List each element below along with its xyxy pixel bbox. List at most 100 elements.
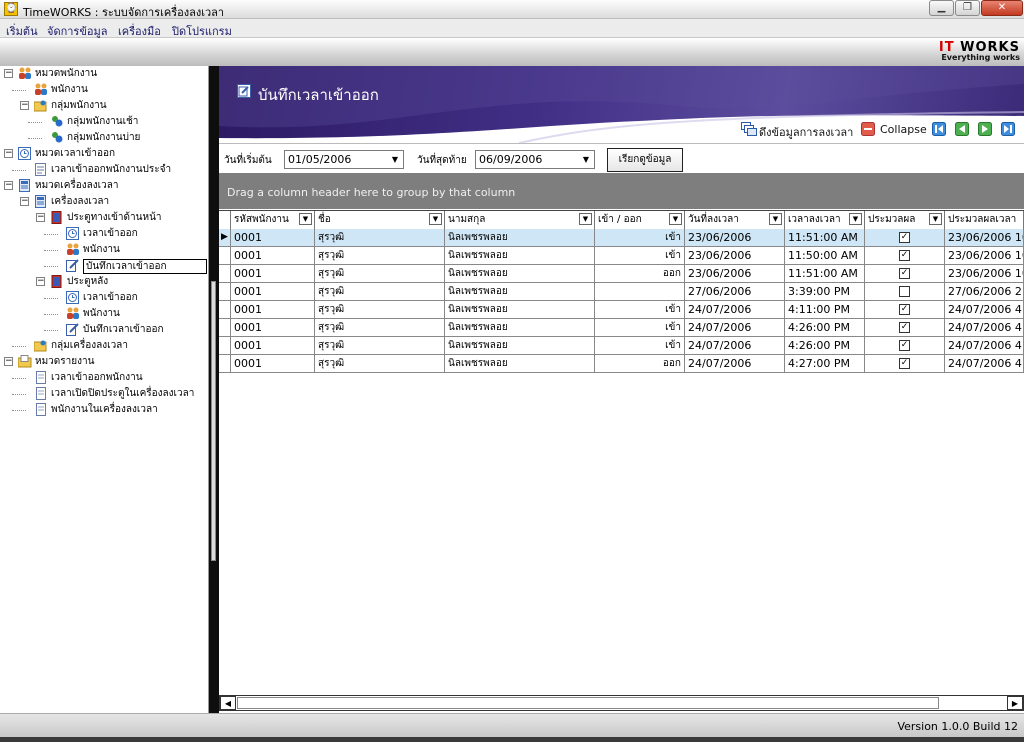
table-row[interactable]: 0001 สุรวุฒิ นิลเพชรพลอย ออก 24/07/2006 4:27:… [219, 355, 1024, 373]
table-row[interactable]: 0001 สุรวุฒิ นิลเพชรพลอย 27/06/2006 3:39:00 … [219, 283, 1024, 301]
column-filter-dropdown-icon[interactable]: ▼ [299, 213, 312, 225]
scroll-right-icon[interactable]: ▶ [1007, 696, 1023, 710]
processed-checkbox[interactable]: ✓ [899, 358, 910, 369]
table-row[interactable]: 0001 สุรวุฒิ นิลเพชรพลอย เข้า 24/07/2006 4:11… [219, 301, 1024, 319]
tree-item[interactable]: − หมวดเครื่องลงเวลา [0, 178, 208, 194]
table-row[interactable]: 0001 สุรวุฒิ นิลเพชรพลอย เข้า 24/07/2006 4:26… [219, 319, 1024, 337]
column-header[interactable]: วันที่ลงเวลา ▼ [685, 211, 785, 229]
column-header[interactable]: ประมวลผลเวลา [945, 211, 1024, 229]
cell-time[interactable]: 11:51:00 AM [785, 265, 865, 283]
tree-collapse-toggle-icon[interactable]: − [4, 69, 13, 78]
cell-date[interactable]: 27/06/2006 [685, 283, 785, 301]
cell-processed[interactable]: ✓ [865, 319, 945, 337]
column-filter-dropdown-icon[interactable]: ▼ [929, 213, 942, 225]
cell-ptime[interactable]: 24/07/2006 4:2 [945, 355, 1024, 373]
cell-first[interactable]: สุรวุฒิ [315, 319, 445, 337]
cell-ptime[interactable]: 24/07/2006 4:2 [945, 337, 1024, 355]
cell-first[interactable]: สุรวุฒิ [315, 247, 445, 265]
cell-first[interactable]: สุรวุฒิ [315, 229, 445, 247]
cell-time[interactable]: 11:51:00 AM [785, 229, 865, 247]
tree-item[interactable]: กลุ่มพนักงานเช้า [0, 114, 208, 130]
processed-checkbox[interactable]: ✓ [899, 304, 910, 315]
scrollbar-track[interactable] [237, 697, 939, 709]
cell-processed[interactable]: ✓ [865, 265, 945, 283]
tree-item[interactable]: − กลุ่มพนักงาน [0, 98, 208, 114]
cell-time[interactable]: 11:50:00 AM [785, 247, 865, 265]
windows-stack-icon[interactable] [741, 122, 757, 136]
cell-ptime[interactable]: 24/07/2006 4:2 [945, 319, 1024, 337]
row-indicator[interactable] [219, 337, 231, 355]
tree-item[interactable]: พนักงาน [0, 82, 208, 98]
tree-collapse-toggle-icon[interactable]: − [4, 181, 13, 190]
collapse-icon[interactable] [861, 122, 875, 136]
cell-inout[interactable]: เข้า [595, 319, 685, 337]
processed-checkbox[interactable]: ✓ [899, 340, 910, 351]
column-filter-dropdown-icon[interactable]: ▼ [579, 213, 592, 225]
row-indicator[interactable] [219, 247, 231, 265]
processed-checkbox[interactable]: ✓ [899, 232, 910, 243]
current-row-arrow-icon[interactable]: ▶ [219, 229, 231, 247]
column-filter-dropdown-icon[interactable]: ▼ [849, 213, 862, 225]
row-indicator[interactable] [219, 283, 231, 301]
tree-item[interactable]: พนักงาน [0, 306, 208, 322]
cell-ptime[interactable]: 23/06/2006 10: [945, 247, 1024, 265]
cell-date[interactable]: 23/06/2006 [685, 265, 785, 283]
table-row[interactable]: ▶ 0001 สุรวุฒิ นิลเพชรพลอย เข้า 23/06/2006 11:… [219, 229, 1024, 247]
cell-ptime[interactable]: 27/06/2006 2:4 [945, 283, 1024, 301]
cell-id[interactable]: 0001 [231, 337, 315, 355]
row-indicator[interactable] [219, 301, 231, 319]
cell-date[interactable]: 24/07/2006 [685, 319, 785, 337]
tree-item[interactable]: เวลาเข้าออก [0, 290, 208, 306]
cell-last[interactable]: นิลเพชรพลอย [445, 355, 595, 373]
group-by-panel[interactable]: Drag a column header here to group by th… [219, 173, 1024, 209]
tree-item[interactable]: − เครื่องลงเวลา [0, 194, 208, 210]
column-header[interactable]: เข้า / ออก ▼ [595, 211, 685, 229]
tree-item[interactable]: พนักงานในเครื่องลงเวลา [0, 402, 208, 418]
column-header[interactable]: รหัสพนักงาน ▼ [231, 211, 315, 229]
cell-date[interactable]: 23/06/2006 [685, 229, 785, 247]
cell-last[interactable]: นิลเพชรพลอย [445, 265, 595, 283]
cell-processed[interactable]: ✓ [865, 229, 945, 247]
first-record-icon[interactable] [932, 122, 946, 136]
cell-inout[interactable]: ออก [595, 265, 685, 283]
cell-inout[interactable]: เข้า [595, 301, 685, 319]
cell-processed[interactable]: ✓ [865, 247, 945, 265]
cell-last[interactable]: นิลเพชรพลอย [445, 319, 595, 337]
chevron-down-icon[interactable]: ▼ [387, 151, 403, 168]
row-indicator[interactable] [219, 319, 231, 337]
tree-item[interactable]: เวลาเปิดปิดประตูในเครื่องลงเวลา [0, 386, 208, 402]
tree-item[interactable]: เวลาเข้าออก [0, 226, 208, 242]
cell-ptime[interactable]: 23/06/2006 10: [945, 265, 1024, 283]
cell-id[interactable]: 0001 [231, 247, 315, 265]
processed-checkbox[interactable]: ✓ [899, 322, 910, 333]
processed-checkbox[interactable]: ✓ [899, 268, 910, 279]
cell-ptime[interactable]: 24/07/2006 4:1 [945, 301, 1024, 319]
cell-time[interactable]: 4:26:00 PM [785, 319, 865, 337]
chevron-down-icon[interactable]: ▼ [578, 151, 594, 168]
column-header[interactable]: ประมวลผล ▼ [865, 211, 945, 229]
tree-collapse-toggle-icon[interactable]: − [36, 213, 45, 222]
column-header[interactable]: นามสกุล ▼ [445, 211, 595, 229]
cell-inout[interactable]: ออก [595, 355, 685, 373]
next-record-icon[interactable] [978, 122, 992, 136]
tree-item[interactable]: บันทึกเวลาเข้าออก [0, 258, 208, 274]
cell-date[interactable]: 24/07/2006 [685, 301, 785, 319]
tree-collapse-toggle-icon[interactable]: − [4, 357, 13, 366]
tree-collapse-toggle-icon[interactable]: − [36, 277, 45, 286]
tree-scrollbar-thumb[interactable] [211, 281, 216, 561]
tree-item[interactable]: − ประตูทางเข้าด้านหน้า [0, 210, 208, 226]
tree-item[interactable]: กลุ่มพนักงานบ่าย [0, 130, 208, 146]
tree-item[interactable]: พนักงาน [0, 242, 208, 258]
cell-last[interactable]: นิลเพชรพลอย [445, 301, 595, 319]
cell-time[interactable]: 4:26:00 PM [785, 337, 865, 355]
processed-checkbox[interactable] [899, 286, 910, 297]
cell-date[interactable]: 23/06/2006 [685, 247, 785, 265]
row-indicator[interactable] [219, 355, 231, 373]
cell-first[interactable]: สุรวุฒิ [315, 301, 445, 319]
table-row[interactable]: 0001 สุรวุฒิ นิลเพชรพลอย ออก 23/06/2006 11:51… [219, 265, 1024, 283]
tree-item[interactable]: − หมวดเวลาเข้าออก [0, 146, 208, 162]
cell-inout[interactable]: เข้า [595, 229, 685, 247]
cell-id[interactable]: 0001 [231, 283, 315, 301]
previous-record-icon[interactable] [955, 122, 969, 136]
cell-processed[interactable]: ✓ [865, 355, 945, 373]
